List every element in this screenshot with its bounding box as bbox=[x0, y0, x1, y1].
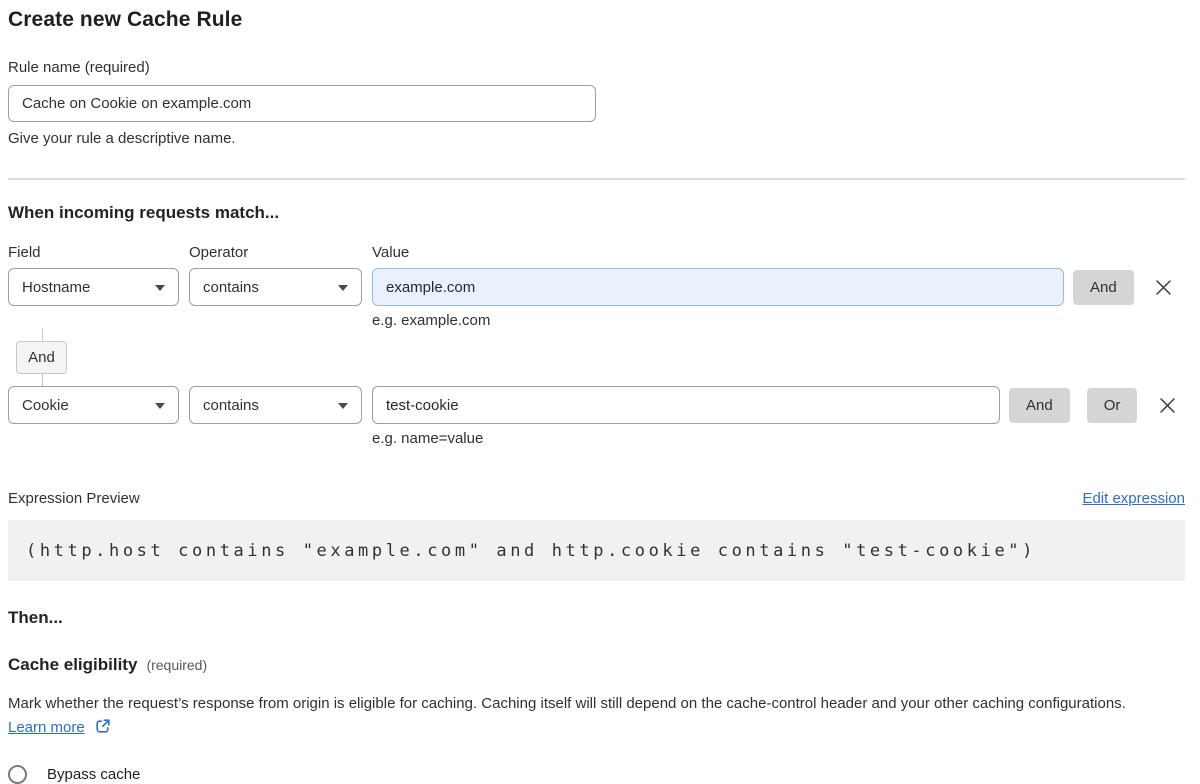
add-or-button-2[interactable]: Or bbox=[1087, 388, 1138, 423]
section-divider bbox=[8, 178, 1185, 180]
value-column-label: Value bbox=[372, 244, 409, 261]
operator-select-1[interactable]: contains bbox=[189, 268, 362, 306]
hint-row-1: e.g. example.com bbox=[8, 312, 1185, 329]
field-select-2[interactable]: Cookie bbox=[8, 386, 179, 424]
create-cache-rule-page: Create new Cache Rule Rule name (require… bbox=[0, 0, 1200, 784]
cache-eligibility-title: Cache eligibility bbox=[8, 655, 137, 675]
expression-code-block: (http.host contains "example.com" and ht… bbox=[8, 520, 1185, 581]
radio-label-bypass: Bypass cache bbox=[47, 766, 140, 783]
required-tag: (required) bbox=[146, 657, 207, 673]
remove-condition-button-1[interactable] bbox=[1153, 276, 1175, 298]
description-text: Mark whether the request’s response from… bbox=[8, 695, 1126, 712]
chevron-down-icon bbox=[155, 285, 165, 291]
match-heading: When incoming requests match... bbox=[8, 203, 1185, 223]
expression-preview-label: Expression Preview bbox=[8, 490, 140, 507]
operator-select-2[interactable]: contains bbox=[189, 386, 362, 424]
rule-name-help: Give your rule a descriptive name. bbox=[8, 130, 1185, 147]
value-hint-1: e.g. example.com bbox=[372, 312, 490, 329]
value-input-1[interactable] bbox=[372, 268, 1064, 306]
expression-preview-header: Expression Preview Edit expression bbox=[8, 490, 1185, 507]
value-hint-2: e.g. name=value bbox=[372, 430, 483, 447]
rule-name-label: Rule name (required) bbox=[8, 59, 1185, 76]
hint-row-2: e.g. name=value bbox=[8, 430, 1185, 447]
add-and-button-1[interactable]: And bbox=[1073, 270, 1134, 305]
builder-column-labels: Field Operator Value bbox=[8, 244, 1185, 261]
connector-line-top bbox=[42, 329, 43, 341]
then-heading: Then... bbox=[8, 608, 1185, 628]
condition-row-1: Hostname contains And bbox=[8, 268, 1185, 306]
radio-option-bypass[interactable]: Bypass cache bbox=[8, 765, 1185, 784]
field-select-1-value: Hostname bbox=[22, 279, 90, 296]
field-select-1[interactable]: Hostname bbox=[8, 268, 179, 306]
connector-and-button[interactable]: And bbox=[16, 341, 67, 374]
add-and-button-2[interactable]: And bbox=[1009, 388, 1070, 423]
radio-unselected-icon[interactable] bbox=[8, 765, 27, 784]
chevron-down-icon bbox=[155, 403, 165, 409]
condition-row-2: Cookie contains And Or bbox=[8, 386, 1185, 424]
cache-eligibility-description: Mark whether the request’s response from… bbox=[8, 692, 1168, 742]
value-input-2[interactable] bbox=[372, 386, 1000, 424]
close-icon bbox=[1158, 396, 1177, 415]
field-select-2-value: Cookie bbox=[22, 397, 69, 414]
chevron-down-icon bbox=[338, 285, 348, 291]
page-title: Create new Cache Rule bbox=[8, 8, 1185, 32]
edit-expression-link[interactable]: Edit expression bbox=[1082, 490, 1185, 507]
cache-eligibility-heading: Cache eligibility (required) bbox=[8, 655, 1185, 675]
close-icon bbox=[1154, 278, 1173, 297]
connector-line-bottom bbox=[42, 374, 43, 386]
external-link-icon[interactable] bbox=[95, 718, 111, 742]
learn-more-link[interactable]: Learn more bbox=[8, 719, 85, 736]
operator-select-2-value: contains bbox=[203, 397, 259, 414]
field-column-label: Field bbox=[8, 244, 179, 261]
operator-column-label: Operator bbox=[189, 244, 362, 261]
remove-condition-button-2[interactable] bbox=[1156, 394, 1178, 416]
row-connector: And bbox=[16, 329, 68, 386]
operator-select-1-value: contains bbox=[203, 279, 259, 296]
chevron-down-icon bbox=[338, 403, 348, 409]
rule-name-input[interactable] bbox=[8, 85, 596, 122]
